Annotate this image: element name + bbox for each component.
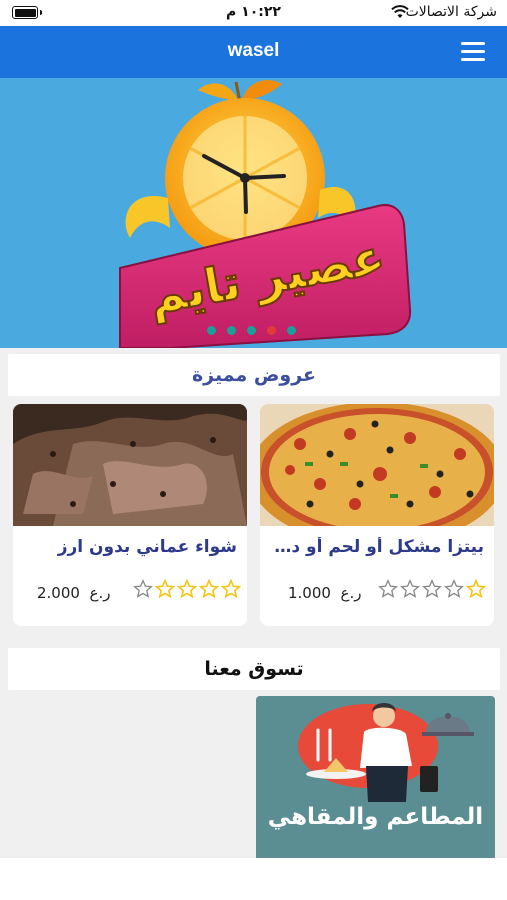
- waitress-illustration: [298, 703, 474, 802]
- app-header: wasel: [0, 26, 507, 78]
- star-filled-icon: [177, 579, 197, 599]
- promo-banner[interactable]: عصير تايم: [0, 78, 507, 348]
- restaurants-cafes-tile[interactable]: المطاعم والمقاهي: [256, 696, 495, 858]
- product-name: بيتزا مشكل أو لحم أو دجاج: [270, 537, 484, 557]
- featured-offers-header: عروض مميزة: [8, 354, 500, 396]
- star-filled-icon: [155, 579, 175, 599]
- shop-with-us-title: تسوق معنا: [204, 658, 304, 680]
- star-empty-icon: [444, 579, 464, 598]
- shop-with-us-header: تسوق معنا: [8, 648, 500, 690]
- carousel-dot-active[interactable]: [267, 326, 276, 335]
- star-filled-icon: [466, 579, 486, 599]
- carousel-dot[interactable]: [287, 326, 296, 335]
- status-bar: شركة الاتصالات ١٠:٢٢ م: [0, 0, 507, 26]
- restaurants-cafes-label: المطاعم والمقاهي: [267, 804, 484, 830]
- product-name: شواء عماني بدون ارز: [57, 537, 237, 557]
- carousel-dot[interactable]: [227, 326, 236, 335]
- star-empty-icon: [400, 579, 420, 598]
- grilled-meat-image: [13, 404, 247, 526]
- rating-stars: [378, 579, 486, 599]
- carousel-dots: [207, 326, 296, 335]
- pizza-image: [260, 404, 494, 526]
- status-time: ١٠:٢٢ م: [226, 4, 281, 20]
- star-empty-icon: [378, 579, 398, 598]
- product-card[interactable]: بيتزا مشكل أو لحم أو دجاج 1.000 ر.ع: [260, 404, 494, 626]
- app-title: wasel: [227, 40, 280, 61]
- star-empty-icon: [133, 579, 153, 598]
- star-filled-icon: [221, 579, 241, 599]
- hamburger-menu-icon[interactable]: [461, 42, 485, 62]
- carousel-dot[interactable]: [247, 326, 256, 335]
- product-price: 1.000 ر.ع: [288, 584, 362, 602]
- product-card[interactable]: شواء عماني بدون ارز 2.000 ر.ع: [13, 404, 247, 626]
- rating-stars: [133, 579, 241, 599]
- product-price: 2.000 ر.ع: [37, 584, 111, 602]
- carousel-dot[interactable]: [207, 326, 216, 335]
- star-filled-icon: [199, 579, 219, 599]
- featured-offers-title: عروض مميزة: [191, 364, 317, 386]
- juice-time-logo: عصير تايم: [119, 80, 412, 348]
- star-empty-icon: [422, 579, 442, 598]
- battery-icon: [12, 6, 42, 19]
- bottom-blank-area: [0, 858, 507, 900]
